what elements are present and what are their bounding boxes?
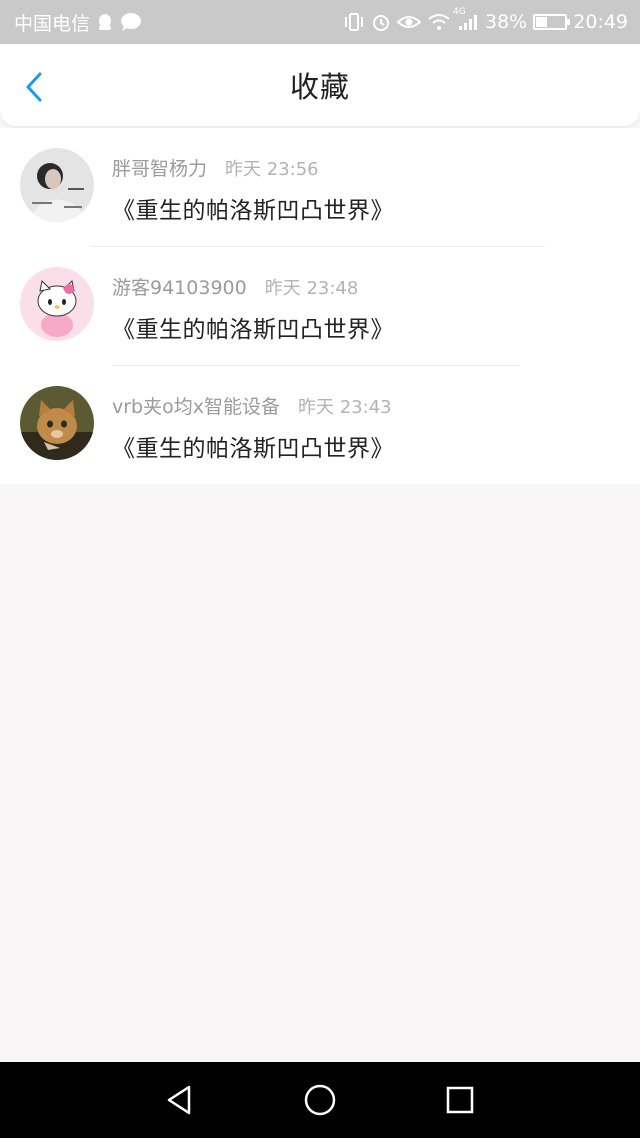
status-right: 4G 38% 20:49 <box>343 7 628 33</box>
back-button[interactable] <box>18 70 50 104</box>
clock: 20:49 <box>573 11 628 33</box>
user-name[interactable]: 游客94103900 <box>112 273 247 300</box>
navigation-bar <box>0 1062 640 1138</box>
status-left: 中国电信 <box>14 9 142 36</box>
item-text: 胖哥智杨力 昨天 23:56 《重生的帕洛斯凹凸世界》 <box>112 154 620 225</box>
list-item[interactable]: 胖哥智杨力 昨天 23:56 《重生的帕洛斯凹凸世界》 <box>0 128 640 247</box>
circle-home-icon <box>304 1084 336 1116</box>
battery-percent: 38% <box>485 11 528 33</box>
triangle-back-icon <box>167 1085 191 1115</box>
eye-icon <box>397 13 421 31</box>
status-bar: 中国电信 4G 38% 20:49 <box>0 0 640 44</box>
network-label: 4G <box>453 7 466 17</box>
wifi-icon <box>427 13 451 31</box>
alarm-icon <box>371 12 391 32</box>
user-name[interactable]: 胖哥智杨力 <box>112 154 207 181</box>
favorites-list: 胖哥智杨力 昨天 23:56 《重生的帕洛斯凹凸世界》 游客94103900 昨… <box>0 128 640 484</box>
avatar[interactable] <box>20 386 94 460</box>
battery-fill <box>536 17 548 27</box>
message-icon <box>120 12 142 32</box>
book-title[interactable]: 《重生的帕洛斯凹凸世界》 <box>112 429 620 463</box>
user-name[interactable]: vrb夹o均x智能设备 <box>112 392 280 419</box>
book-title[interactable]: 《重生的帕洛斯凹凸世界》 <box>112 310 620 344</box>
item-text: vrb夹o均x智能设备 昨天 23:43 《重生的帕洛斯凹凸世界》 <box>112 392 620 463</box>
page-title: 收藏 <box>289 70 350 104</box>
header: 收藏 <box>0 44 640 126</box>
qq-icon <box>96 12 114 32</box>
timestamp: 昨天 23:43 <box>298 397 392 418</box>
item-meta: vrb夹o均x智能设备 昨天 23:43 <box>112 392 620 419</box>
signal-icon: 4G <box>453 7 479 31</box>
chevron-left-icon <box>26 72 42 102</box>
item-meta: 游客94103900 昨天 23:48 <box>112 273 620 300</box>
nav-recent-button[interactable] <box>432 1072 488 1128</box>
carrier-label: 中国电信 <box>14 12 91 35</box>
avatar[interactable] <box>20 148 94 222</box>
list-item[interactable]: vrb夹o均x智能设备 昨天 23:43 《重生的帕洛斯凹凸世界》 <box>0 366 640 485</box>
list-item[interactable]: 游客94103900 昨天 23:48 《重生的帕洛斯凹凸世界》 <box>0 247 640 366</box>
nav-home-button[interactable] <box>292 1072 348 1128</box>
vibrate-icon <box>343 12 365 32</box>
avatar[interactable] <box>20 267 94 341</box>
book-title[interactable]: 《重生的帕洛斯凹凸世界》 <box>112 191 620 225</box>
item-text: 游客94103900 昨天 23:48 《重生的帕洛斯凹凸世界》 <box>112 273 620 344</box>
square-recents-icon <box>446 1086 474 1114</box>
battery-icon <box>533 14 571 30</box>
item-meta: 胖哥智杨力 昨天 23:56 <box>112 154 620 181</box>
timestamp: 昨天 23:48 <box>264 278 359 299</box>
timestamp: 昨天 23:56 <box>225 159 319 180</box>
nav-back-button[interactable] <box>152 1072 208 1128</box>
